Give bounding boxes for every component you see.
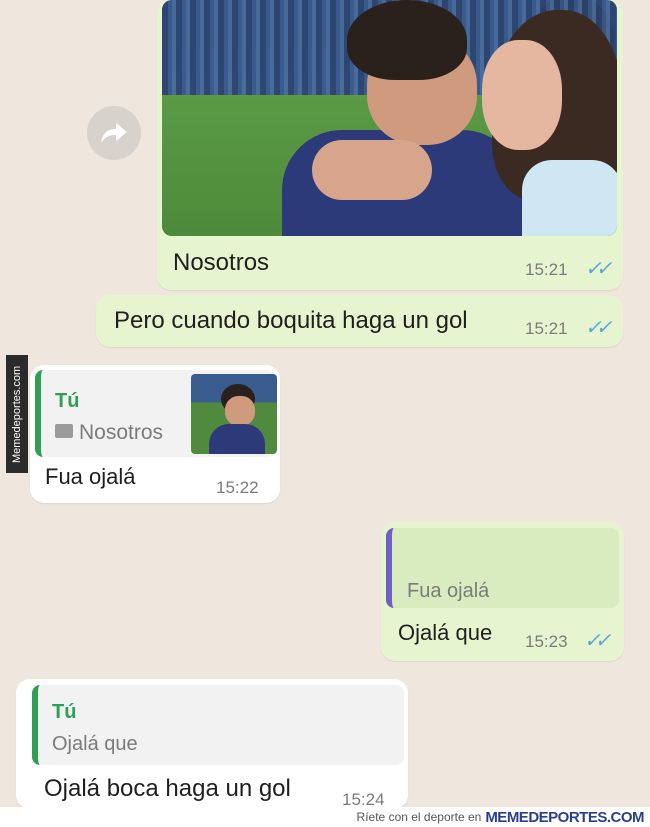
message-time: 15:21 (525, 260, 568, 279)
quote-text: Ojalá que (52, 733, 138, 755)
message-incoming[interactable]: Tú Nosotros Fua ojalá 15:22 (30, 365, 280, 503)
quote-author: Tú (55, 390, 80, 412)
message-image-outgoing[interactable]: Nosotros 15:21 ✓✓ (157, 0, 623, 290)
message-text: Ojalá que (398, 620, 493, 645)
quote-author: Tú (52, 701, 77, 723)
read-ticks-icon: ✓✓ (585, 258, 612, 280)
message-text: Fua ojalá (45, 464, 136, 489)
forward-button[interactable] (87, 106, 141, 160)
message-time: 15:21 (525, 319, 568, 338)
read-ticks-icon: ✓✓ (585, 317, 612, 339)
quote-thumbnail (191, 374, 277, 454)
message-time: 15:23 (525, 632, 568, 651)
image-caption: Nosotros (173, 249, 270, 276)
quoted-message[interactable]: Tú Ojalá que (32, 685, 404, 765)
side-watermark: Memedeportes.com (6, 355, 28, 473)
message-outgoing[interactable]: Fua ojalá Ojalá que 15:23 ✓✓ (381, 522, 624, 661)
shared-photo[interactable] (162, 0, 617, 236)
quote-text: Fua ojalá (407, 580, 490, 602)
message-incoming[interactable]: Tú Ojalá que Ojalá boca haga un gol 15:2… (16, 679, 408, 809)
quote-text: Nosotros (79, 421, 164, 444)
message-text: Pero cuando boquita haga un gol (114, 307, 468, 334)
message-outgoing[interactable]: Pero cuando boquita haga un gol 15:21 ✓✓ (96, 295, 623, 347)
read-ticks-icon: ✓✓ (584, 630, 611, 652)
footer-watermark: Ríete con el deporte en MEMEDEPORTES.COM (0, 807, 650, 827)
forward-icon (101, 123, 127, 143)
footer-text: Ríete con el deporte en (356, 810, 482, 824)
message-time: 15:22 (216, 478, 259, 497)
photo-icon (55, 424, 73, 438)
message-text: Ojalá boca haga un gol (44, 775, 291, 802)
quoted-message[interactable]: Tú Nosotros (35, 370, 277, 457)
footer-brand: MEMEDEPORTES.COM (485, 808, 644, 826)
quoted-message[interactable]: Fua ojalá (386, 528, 619, 608)
